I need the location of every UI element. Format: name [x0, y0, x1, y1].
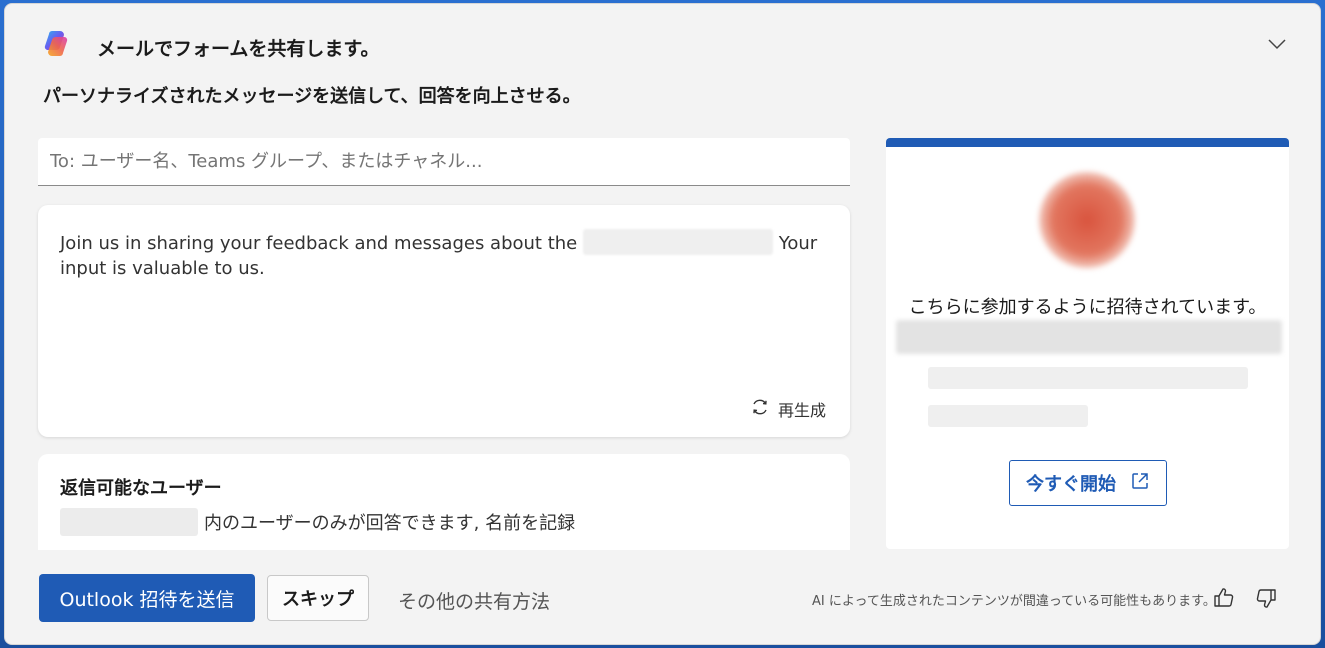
avatar: [1039, 172, 1135, 268]
redacted-org-name: [60, 508, 198, 536]
message-text-start: Join us in sharing your feedback and mes…: [60, 233, 578, 254]
regenerate-label: 再生成: [777, 401, 826, 420]
placeholder-line: [928, 367, 1248, 389]
redacted-form-title: [896, 320, 1282, 354]
recipient-input[interactable]: [38, 138, 850, 186]
thumbs-down-icon[interactable]: [1254, 586, 1278, 610]
thumbs-up-icon[interactable]: [1212, 586, 1236, 610]
ai-disclaimer: AI によって生成されたコンテンツが間違っている可能性もあります。: [812, 594, 1216, 609]
placeholder-line: [928, 405, 1088, 427]
regenerate-button[interactable]: 再生成: [750, 397, 826, 421]
invite-text: こちらに参加するように招待されています。: [908, 297, 1267, 318]
copilot-icon: [43, 28, 73, 58]
message-card: Join us in sharing your feedback and mes…: [38, 205, 850, 437]
reply-settings-card: 返信可能なユーザー 内のユーザーのみが回答できます, 名前を記録: [38, 454, 850, 550]
refresh-icon: [750, 397, 770, 421]
panel-subtitle: パーソナライズされたメッセージを送信して、回答を向上させる。: [43, 86, 581, 107]
panel-title: メールでフォームを共有します。: [97, 38, 380, 60]
reply-settings-title: 返信可能なユーザー: [60, 478, 222, 499]
start-now-button[interactable]: 今すぐ開始: [1009, 460, 1167, 506]
reply-settings-description[interactable]: 内のユーザーのみが回答できます, 名前を記録: [60, 508, 575, 536]
redacted-form-name: [582, 229, 773, 255]
skip-button[interactable]: スキップ: [267, 575, 369, 621]
external-link-icon: [1130, 471, 1150, 496]
other-share-methods-link[interactable]: その他の共有方法: [398, 587, 550, 614]
invite-preview-card: こちらに参加するように招待されています。 今すぐ開始: [886, 138, 1289, 549]
message-body[interactable]: Join us in sharing your feedback and mes…: [60, 229, 830, 281]
send-outlook-invite-button[interactable]: Outlook 招待を送信: [39, 574, 255, 622]
reply-description-text: 内のユーザーのみが回答できます, 名前を記録: [204, 513, 576, 534]
chevron-down-icon[interactable]: [1267, 36, 1287, 52]
start-now-label: 今すぐ開始: [1026, 474, 1116, 495]
